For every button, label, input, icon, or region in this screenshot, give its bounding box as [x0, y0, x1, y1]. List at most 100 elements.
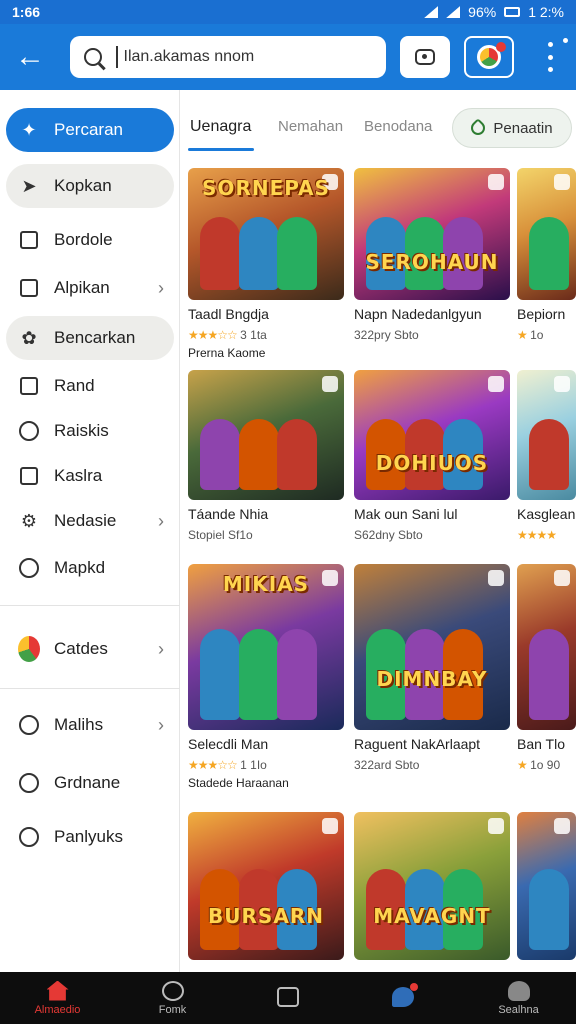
tab-benodana[interactable]: Benodana	[364, 118, 432, 135]
game-thumbnail[interactable]: DIMNBAY	[354, 564, 510, 730]
signal-icon	[424, 6, 439, 18]
app-badge-icon	[322, 376, 338, 392]
wifi-icon	[446, 6, 461, 18]
sidebar-item-grdnane[interactable]: Grdnane	[6, 761, 174, 805]
app-badge-icon	[488, 570, 504, 586]
game-thumbnail[interactable]: BURSARN	[188, 812, 344, 960]
sidebar-divider	[0, 688, 180, 689]
colorful-app-icon	[18, 636, 40, 662]
game-meta-text: 1 1Io	[240, 758, 267, 772]
nav-label: Fomk	[158, 1003, 187, 1016]
game-meta: 322pry Sbto	[354, 328, 419, 342]
game-meta: ★★★★	[517, 528, 557, 542]
sidebar-item-percaran[interactable]: ✦ Percaran	[6, 108, 174, 152]
game-thumbnail[interactable]: MAVAGNT	[354, 812, 510, 960]
calendar-icon	[20, 467, 38, 485]
game-thumbnail[interactable]: SEROHAUN	[354, 168, 510, 300]
sidebar-item-label: Bencarkan	[54, 328, 136, 347]
camera-button[interactable]	[400, 36, 450, 78]
character-art	[529, 217, 569, 290]
game-title: Bepiorn	[517, 306, 566, 322]
search-input[interactable]: Ilan.akamas nnom	[70, 36, 386, 78]
search-icon	[84, 48, 102, 66]
app-badge-icon	[554, 818, 570, 834]
controller-icon	[19, 773, 39, 793]
game-subtitle: Stadede Haraanan	[188, 776, 289, 790]
game-meta: ★ 1o 90	[517, 758, 560, 772]
game-thumbnail[interactable]: DOHIUOS	[354, 370, 510, 500]
shield-icon	[19, 421, 39, 441]
game-thumbnail[interactable]	[517, 812, 576, 960]
tab-nemahan[interactable]: Nemahan	[278, 118, 343, 135]
nav-label: Sealhna	[498, 1003, 539, 1016]
game-title: Kasglean	[517, 506, 576, 522]
nav-updates[interactable]	[230, 972, 345, 1024]
back-arrow-icon[interactable]: ←	[0, 24, 60, 90]
sidebar-item-nedasie[interactable]: ⚙ Nedasie ›	[6, 499, 174, 543]
game-thumbnail[interactable]: MIKIAS	[188, 564, 344, 730]
home-icon	[46, 980, 69, 1001]
sidebar-item-kaslra[interactable]: Kaslra	[6, 454, 174, 498]
sidebar-item-mapkd[interactable]: Mapkd	[6, 546, 174, 590]
active-tab-indicator	[188, 148, 254, 151]
sidebar-item-malihs[interactable]: Malihs ›	[6, 703, 174, 747]
character-art	[529, 418, 569, 490]
pill-label: Penaatin	[493, 119, 553, 137]
character-art	[238, 628, 279, 720]
sidebar-item-label: Panlyuks	[54, 827, 123, 846]
store-button[interactable]	[464, 36, 514, 78]
sidebar-item-alpikan[interactable]: Alpikan ›	[6, 266, 174, 310]
sidebar-item-bencarkan[interactable]: ✿ Bencarkan	[6, 316, 174, 360]
sidebar-item-label: Grdnane	[54, 773, 121, 792]
chat-icon	[19, 827, 39, 847]
sidebar-item-raiskis[interactable]: Raiskis	[6, 409, 174, 453]
nav-profile[interactable]: Sealhna	[461, 972, 576, 1024]
nav-chat[interactable]	[345, 972, 460, 1024]
game-logo-text: MAVAGNT	[373, 903, 491, 928]
game-logo-text: SEROHAUN	[365, 249, 499, 274]
nav-explore[interactable]: Fomk	[115, 972, 230, 1024]
sidebar-item-kopkan[interactable]: ➤ Kopkan	[6, 164, 174, 208]
character-art	[238, 217, 279, 290]
game-title: Selecdli Man	[188, 736, 269, 752]
game-meta: ★ 1o	[517, 328, 543, 342]
rating-stars: ★★★★	[517, 528, 557, 542]
status-bar: 1:66 96% 1 2:%	[0, 0, 576, 24]
top-app-bar: ← Ilan.akamas nnom	[0, 24, 576, 90]
sidebar-item-rand[interactable]: Rand	[6, 364, 174, 408]
chat-icon	[391, 982, 418, 1007]
game-thumbnail[interactable]: SORNEPAS	[188, 168, 344, 300]
compass-icon	[161, 980, 184, 1001]
game-thumbnail[interactable]	[188, 370, 344, 500]
nav-label: Almaedio	[34, 1003, 81, 1016]
game-thumbnail[interactable]	[517, 168, 576, 300]
tab-uenagra[interactable]: Uenagra	[190, 118, 251, 136]
game-title: Mak oun Sani lul	[354, 506, 458, 522]
search-icon	[19, 558, 39, 578]
leaf-icon: ✿	[21, 327, 37, 348]
app-badge-icon	[554, 174, 570, 190]
rating-stars: ★★★☆☆	[188, 758, 238, 772]
game-meta-text: S62dny Sbto	[354, 528, 423, 542]
rocket-icon: ➤	[21, 175, 37, 196]
filter-pill-button[interactable]: Penaatin	[452, 108, 572, 148]
game-meta-text: 322ard Sbto	[354, 758, 420, 772]
sidebar-item-panlyuks[interactable]: Panlyuks	[6, 815, 174, 859]
character-art	[200, 628, 240, 720]
app-badge-icon	[554, 570, 570, 586]
game-meta: S62dny Sbto	[354, 528, 423, 542]
sidebar-item-label: Catdes	[54, 639, 108, 658]
download-icon	[276, 986, 299, 1007]
more-menu-icon[interactable]	[538, 38, 568, 72]
game-meta-text: 3 1ta	[240, 328, 267, 342]
bottom-navigation: Almaedio Fomk Sealhna	[0, 972, 576, 1024]
character-art	[200, 418, 240, 490]
sidebar-item-bordole[interactable]: Bordole	[6, 218, 174, 262]
character-art	[238, 418, 279, 490]
game-thumbnail[interactable]	[517, 564, 576, 730]
sidebar-item-catdes[interactable]: Catdes ›	[6, 627, 174, 671]
sidebar-divider	[0, 605, 180, 606]
game-meta: ★★★☆☆ 1 1Io	[188, 758, 267, 772]
nav-home[interactable]: Almaedio	[0, 972, 115, 1024]
game-thumbnail[interactable]	[517, 370, 576, 500]
